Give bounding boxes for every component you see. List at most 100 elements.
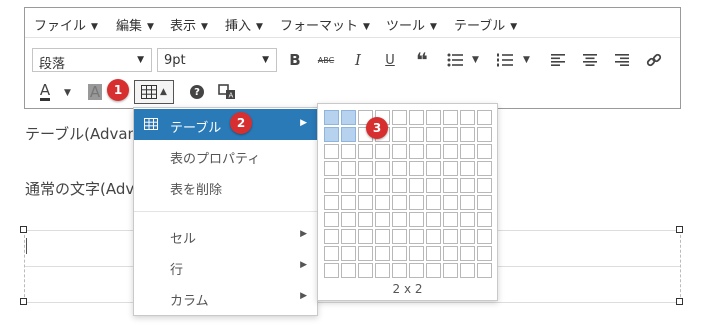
resize-handle-top-right[interactable] — [676, 226, 683, 233]
strikethrough-button[interactable]: ABC — [314, 48, 338, 72]
blockquote-button[interactable]: ❝ — [410, 48, 434, 72]
source-code-button[interactable]: A — [215, 80, 239, 104]
grid-cell[interactable] — [409, 178, 424, 193]
grid-cell[interactable] — [409, 229, 424, 244]
grid-cell[interactable] — [477, 195, 492, 210]
grid-cell[interactable] — [477, 144, 492, 159]
grid-cell[interactable] — [392, 212, 407, 227]
grid-cell[interactable] — [392, 110, 407, 125]
align-center-button[interactable] — [578, 48, 602, 72]
grid-cell[interactable] — [341, 161, 356, 176]
grid-cell[interactable] — [426, 127, 441, 142]
grid-cell[interactable] — [392, 229, 407, 244]
grid-cell[interactable] — [341, 178, 356, 193]
grid-cell[interactable] — [375, 161, 390, 176]
grid-cell[interactable] — [426, 110, 441, 125]
bullet-list-button[interactable] — [443, 48, 467, 72]
grid-cell[interactable] — [358, 246, 373, 261]
grid-cell[interactable] — [341, 246, 356, 261]
menu-item-column[interactable]: カラム ▶ — [134, 282, 317, 313]
align-left-button[interactable] — [546, 48, 570, 72]
numbered-list-caret-icon[interactable]: ▼ — [523, 55, 530, 65]
menu-view[interactable]: 表示 ▼ — [170, 15, 208, 34]
block-format-select[interactable]: 段落 ▼ — [32, 48, 152, 72]
grid-cell[interactable] — [460, 195, 475, 210]
grid-cell[interactable] — [477, 127, 492, 142]
grid-cell[interactable] — [358, 178, 373, 193]
grid-cell[interactable] — [477, 246, 492, 261]
grid-cell[interactable] — [409, 212, 424, 227]
text-color-button[interactable]: A — [33, 80, 57, 104]
grid-cell[interactable] — [358, 195, 373, 210]
grid-cell[interactable] — [392, 195, 407, 210]
grid-cell[interactable] — [341, 263, 356, 278]
grid-cell[interactable] — [477, 263, 492, 278]
grid-cell[interactable] — [392, 246, 407, 261]
grid-cell[interactable] — [324, 229, 339, 244]
grid-cell[interactable] — [477, 161, 492, 176]
grid-cell[interactable] — [460, 144, 475, 159]
grid-cell[interactable] — [443, 246, 458, 261]
grid-cell[interactable] — [409, 195, 424, 210]
text-color-caret-icon[interactable]: ▼ — [64, 88, 71, 98]
grid-cell[interactable] — [460, 161, 475, 176]
grid-cell[interactable] — [426, 263, 441, 278]
grid-cell[interactable] — [443, 144, 458, 159]
menu-item-cell[interactable]: セル ▶ — [134, 220, 317, 251]
menu-format[interactable]: フォーマット ▼ — [280, 15, 370, 34]
grid-cell[interactable] — [460, 246, 475, 261]
grid-cell[interactable] — [375, 212, 390, 227]
font-size-select[interactable]: 9pt ▼ — [157, 48, 277, 72]
resize-handle-bottom-left[interactable] — [20, 298, 27, 305]
grid-cell[interactable] — [341, 212, 356, 227]
grid-cell[interactable] — [426, 246, 441, 261]
grid-cell[interactable] — [409, 127, 424, 142]
grid-cell[interactable] — [324, 178, 339, 193]
grid-cell[interactable] — [477, 178, 492, 193]
grid-cell[interactable] — [341, 110, 356, 125]
grid-cell[interactable] — [341, 127, 356, 142]
menu-item-delete-table[interactable]: 表を削除 — [134, 171, 317, 202]
grid-cell[interactable] — [358, 263, 373, 278]
grid-cell[interactable] — [324, 263, 339, 278]
grid-cell[interactable] — [443, 110, 458, 125]
grid-cell[interactable] — [324, 195, 339, 210]
grid-cell[interactable] — [341, 144, 356, 159]
grid-cell[interactable] — [460, 229, 475, 244]
grid-cell[interactable] — [477, 229, 492, 244]
grid-cell[interactable] — [324, 110, 339, 125]
grid-cell[interactable] — [358, 229, 373, 244]
resize-handle-bottom-right[interactable] — [676, 298, 683, 305]
grid-cell[interactable] — [409, 161, 424, 176]
grid-cell[interactable] — [477, 212, 492, 227]
grid-cell[interactable] — [426, 144, 441, 159]
grid-cell[interactable] — [341, 229, 356, 244]
grid-cell[interactable] — [426, 161, 441, 176]
menu-tools[interactable]: ツール ▼ — [386, 15, 437, 34]
menu-item-table-properties[interactable]: 表のプロパティ — [134, 140, 317, 171]
grid-cell[interactable] — [358, 144, 373, 159]
grid-cell[interactable] — [341, 195, 356, 210]
grid-cell[interactable] — [460, 127, 475, 142]
grid-cell[interactable] — [375, 246, 390, 261]
grid-cell[interactable] — [443, 229, 458, 244]
grid-cell[interactable] — [358, 212, 373, 227]
grid-cell[interactable] — [443, 195, 458, 210]
table-button[interactable]: ▲ — [134, 80, 174, 104]
grid-cell[interactable] — [324, 144, 339, 159]
grid-cell[interactable] — [409, 144, 424, 159]
resize-handle-top-left[interactable] — [20, 226, 27, 233]
underline-button[interactable]: U — [378, 48, 402, 72]
grid-cell[interactable] — [443, 178, 458, 193]
grid-cell[interactable] — [460, 263, 475, 278]
grid-cell[interactable] — [375, 263, 390, 278]
menu-insert[interactable]: 挿入 ▼ — [225, 15, 263, 34]
menu-edit[interactable]: 編集 ▼ — [116, 15, 154, 34]
grid-cell[interactable] — [392, 161, 407, 176]
grid-cell[interactable] — [409, 110, 424, 125]
grid-cell[interactable] — [375, 229, 390, 244]
numbered-list-button[interactable] — [493, 48, 517, 72]
background-color-button[interactable]: A — [83, 80, 107, 104]
menu-table[interactable]: テーブル ▼ — [454, 15, 517, 34]
bullet-list-caret-icon[interactable]: ▼ — [472, 55, 479, 65]
